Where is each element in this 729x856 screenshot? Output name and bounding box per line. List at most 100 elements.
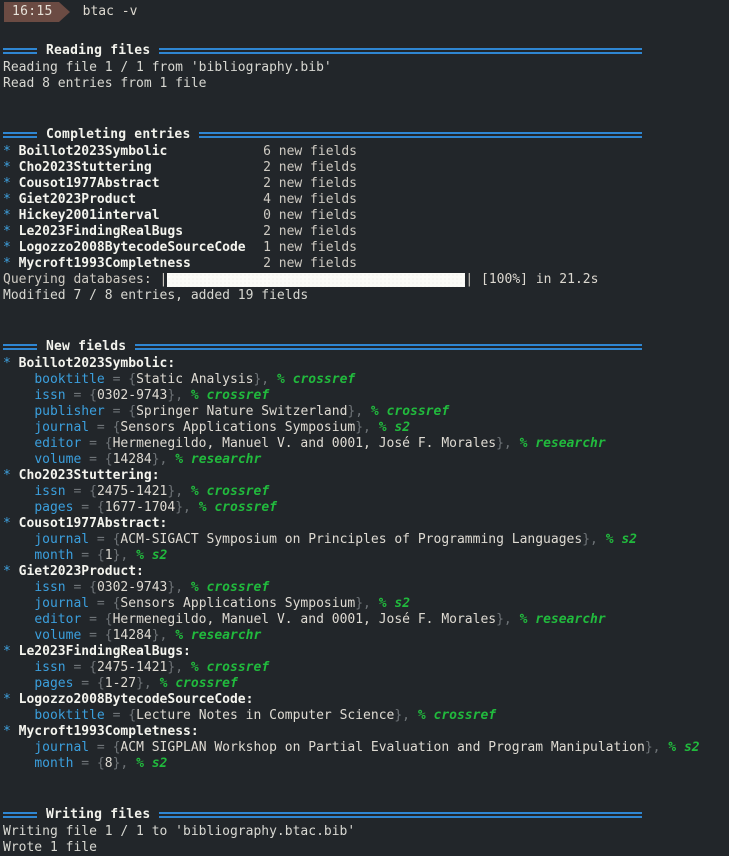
prompt-time-segment: 16:15	[4, 2, 59, 22]
writing-line-0: Writing file 1 / 1 to 'bibliography.btac…	[3, 824, 356, 839]
entry-bullet-icon: *	[3, 644, 11, 659]
field-assign-open: = {	[104, 708, 137, 723]
field-line: month = {8}, % s2	[0, 756, 729, 772]
rule-left	[3, 343, 37, 352]
progress-left-bracket: |	[159, 272, 168, 287]
progress-percent-label: [100%] in 21.2s	[473, 272, 599, 287]
field-assign-open: = {	[81, 452, 113, 467]
entry-name: Logozzo2008BytecodeSourceCode	[18, 240, 246, 255]
field-source-note: % s2	[136, 756, 168, 771]
field-source-note: % crossref	[190, 388, 270, 403]
section-header-reading-files: Reading files	[0, 42, 729, 60]
field-line: pages = {1677-1704}, % crossref	[0, 500, 729, 516]
field-key: editor	[34, 436, 82, 451]
entry-new-field-count: 2 new fields	[263, 256, 358, 271]
field-line: pages = {1-27}, % crossref	[0, 676, 729, 692]
field-source-note: % s2	[668, 740, 700, 755]
field-line: booktitle = {Static Analysis}, % crossre…	[0, 372, 729, 388]
field-source-note: % crossref	[276, 372, 356, 387]
field-assign-close: },	[136, 676, 160, 691]
field-key: pages	[34, 676, 74, 691]
field-line: issn = {0302-9743}, % crossref	[0, 388, 729, 404]
entry-bullet-icon: *	[3, 724, 11, 739]
field-value: Sensors Applications Symposium	[120, 596, 356, 611]
field-assign-open: = {	[65, 484, 97, 499]
field-assign-close: },	[355, 420, 379, 435]
field-key: month	[34, 756, 74, 771]
new-fields-group-name: Le2023FindingRealBugs:	[18, 644, 191, 659]
field-source-note: % s2	[378, 420, 411, 435]
field-source-note: % s2	[378, 596, 411, 611]
field-key: volume	[34, 628, 82, 643]
terminal-window: 16:15 btac -v Reading files Reading file…	[0, 0, 729, 855]
field-key: issn	[34, 580, 66, 595]
field-line: editor = {Hermenegildo, Manuel V. and 00…	[0, 612, 729, 628]
field-assign-open: = {	[104, 372, 137, 387]
new-fields-group-name: Cho2023Stuttering:	[18, 468, 160, 483]
prompt-powerline-arrow-icon	[58, 2, 70, 22]
field-value: 2475-1421	[96, 484, 168, 499]
field-line: issn = {0302-9743}, % crossref	[0, 580, 729, 596]
new-fields-group-header: * Cho2023Stuttering:	[0, 468, 729, 484]
section-title: New fields	[46, 339, 127, 354]
field-value: 0302-9743	[96, 580, 168, 595]
field-key: journal	[34, 420, 90, 435]
field-key: booktitle	[34, 708, 105, 723]
field-source-note: % crossref	[159, 676, 238, 691]
entry-new-field-count: 2 new fields	[263, 176, 358, 191]
field-source-note: % crossref	[417, 708, 497, 723]
field-line: volume = {14284}, % researchr	[0, 628, 729, 644]
entry-name: Cho2023Stuttering	[18, 160, 152, 175]
field-value: 14284	[112, 452, 152, 467]
field-key: journal	[34, 532, 90, 547]
field-assign-close: },	[112, 548, 137, 563]
field-assign-open: = {	[81, 628, 113, 643]
entry-name: Mycroft1993Completness	[18, 256, 191, 271]
field-source-note: % researchr	[175, 452, 262, 467]
entry-name: Boillot2023Symbolic	[18, 144, 168, 159]
rule-right	[159, 811, 642, 820]
field-assign-close: },	[151, 628, 176, 643]
field-assign-close: },	[644, 740, 669, 755]
entry-bullet-icon: *	[3, 692, 11, 707]
field-line: volume = {14284}, % researchr	[0, 452, 729, 468]
new-fields-group-header: * Cousot1977Abstract:	[0, 516, 729, 532]
rule-right	[135, 343, 642, 352]
entry-bullet-icon: *	[3, 144, 11, 159]
rule-left	[3, 47, 37, 56]
entry-bullet-icon: *	[3, 356, 11, 371]
progress-bar-texture	[167, 273, 466, 287]
entry-bullet-icon: *	[3, 240, 11, 255]
entry-bullet-icon: *	[3, 516, 11, 531]
entry-bullet-icon: *	[3, 564, 11, 579]
entry-new-field-count: 0 new fields	[263, 208, 358, 223]
field-assign-open: = {	[89, 740, 121, 755]
field-assign-close: },	[496, 436, 520, 451]
entry-row: * Logozzo2008BytecodeSourceCode 1 new fie…	[0, 240, 729, 256]
entry-row: * Cho2023Stuttering 2 new fields	[0, 160, 729, 176]
progress-label: Querying databases:	[3, 272, 160, 287]
field-assign-open: = {	[73, 676, 105, 691]
entry-new-field-count: 4 new fields	[263, 192, 358, 207]
completing-summary: Modified 7 / 8 entries, added 19 fields	[3, 288, 309, 303]
field-value: ACM-SIGACT Symposium on Principles of Pr…	[120, 532, 583, 547]
entry-name: Le2023FindingRealBugs	[18, 224, 184, 239]
field-source-note: % s2	[605, 532, 637, 547]
section-title: Completing entries	[46, 127, 191, 142]
